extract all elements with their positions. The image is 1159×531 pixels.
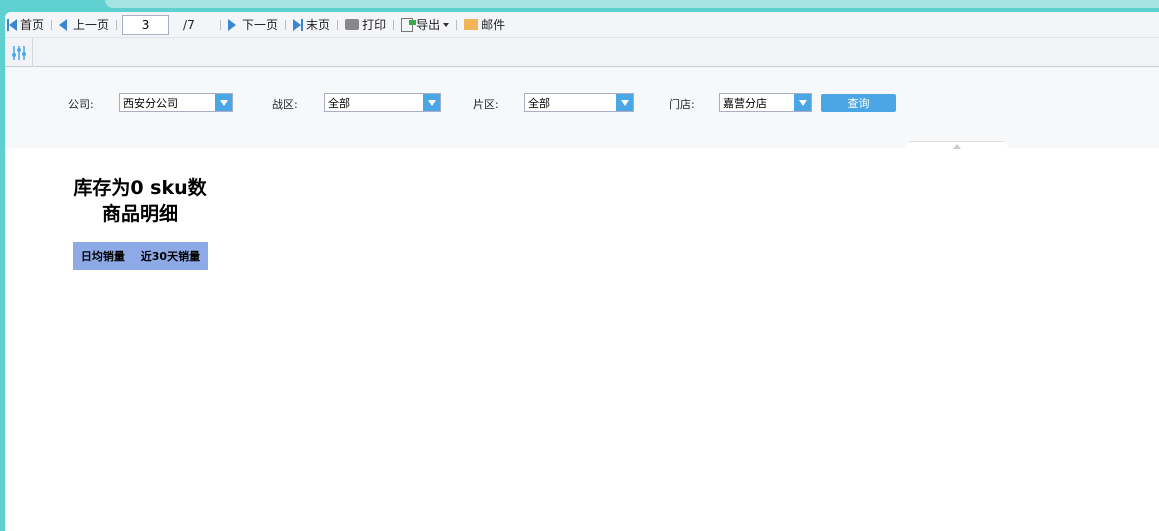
chevron-down-icon <box>616 94 633 111</box>
company-label: 公司: <box>68 98 94 111</box>
collapse-panel-button[interactable] <box>903 141 1010 149</box>
next-page-button[interactable]: 下一页 <box>228 16 278 33</box>
first-page-button[interactable]: 首页 <box>7 16 44 33</box>
next-icon <box>228 18 237 31</box>
store-select[interactable]: 嘉营分店 <box>719 93 812 112</box>
printer-icon <box>345 19 360 30</box>
export-button[interactable]: 导出 <box>401 16 450 33</box>
divider <box>285 19 287 30</box>
parameter-toggle-button[interactable] <box>5 38 33 67</box>
mail-icon <box>464 19 479 30</box>
print-button[interactable]: 打印 <box>345 16 386 33</box>
area-select[interactable]: 全部 <box>524 93 634 112</box>
war-zone-select[interactable]: 全部 <box>324 93 441 112</box>
chevron-down-icon <box>215 94 232 111</box>
page-number-input[interactable] <box>122 14 170 35</box>
mail-button[interactable]: 邮件 <box>464 16 505 33</box>
war-zone-label: 战区: <box>272 98 298 111</box>
company-select[interactable]: 西安分公司 <box>119 93 233 112</box>
table-header: 日均销量 近30天销量 <box>73 242 208 270</box>
collapse-up-icon <box>952 143 961 149</box>
window-top-decoration <box>105 0 1159 8</box>
column-header: 日均销量 <box>80 250 125 263</box>
divider <box>116 19 118 30</box>
last-page-icon <box>293 18 304 31</box>
parameter-panel: 公司: 西安分公司 战区: 全部 片区: 全部 门店: 嘉营分店 查询 <box>5 67 1159 149</box>
export-icon <box>401 17 417 32</box>
first-page-icon <box>7 18 17 31</box>
column-header: 近30天销量 <box>140 250 201 263</box>
chevron-down-icon <box>423 94 440 111</box>
divider <box>220 19 222 30</box>
area-label: 片区: <box>473 98 499 111</box>
report-window: 首页 上一页 /7 下一页 末页 打印 导出 邮件 公司: 西安分公司 战区: … <box>5 12 1159 531</box>
parameter-header <box>5 37 1159 67</box>
divider <box>51 19 53 30</box>
prev-icon <box>59 18 68 31</box>
chevron-down-icon <box>794 94 811 111</box>
prev-page-button[interactable]: 上一页 <box>59 16 109 33</box>
divider <box>393 19 395 30</box>
divider <box>337 19 339 30</box>
sliders-icon <box>11 45 26 60</box>
store-label: 门店: <box>669 98 695 111</box>
report-title: 库存为0 sku数 商品明细 <box>73 177 207 225</box>
divider <box>456 19 458 30</box>
total-pages: /7 <box>183 17 195 32</box>
query-button[interactable]: 查询 <box>821 94 896 112</box>
toolbar: 首页 上一页 /7 下一页 末页 打印 导出 邮件 <box>5 12 1159 37</box>
last-page-button[interactable]: 末页 <box>293 16 330 33</box>
dropdown-caret-icon <box>443 22 450 27</box>
